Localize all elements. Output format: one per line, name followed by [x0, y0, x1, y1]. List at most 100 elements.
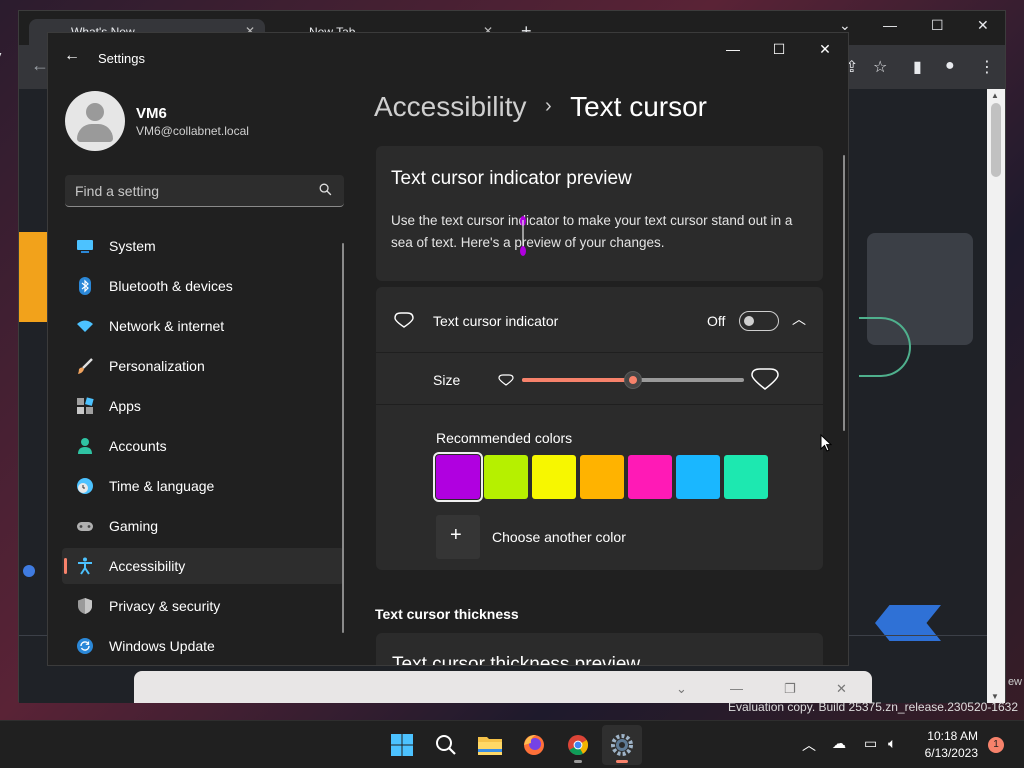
evaluation-watermark: Evaluation copy. Build 25375.zn_release.…: [728, 700, 1018, 714]
close-icon[interactable]: ✕: [977, 17, 989, 34]
size-slider[interactable]: [522, 371, 744, 389]
cloud-icon[interactable]: ☁: [832, 735, 846, 752]
background-text: ew: [1007, 676, 1022, 688]
sidebar-item-label: Privacy & security: [109, 598, 221, 614]
breadcrumb-parent[interactable]: Accessibility: [374, 91, 526, 122]
running-indicator: [574, 760, 582, 763]
search-box[interactable]: [65, 175, 344, 207]
sidebar-scrollbar[interactable]: [342, 243, 344, 633]
restore-icon[interactable]: ❐: [784, 681, 796, 697]
accessibility-icon: [78, 557, 92, 575]
main-scrollbar[interactable]: [843, 155, 845, 431]
background-text: My: [0, 48, 1, 63]
preview-card-title: Text cursor indicator preview: [391, 168, 632, 189]
thickness-preview-card: Text cursor thickness preview: [376, 633, 823, 665]
chevron-up-icon[interactable]: ︿: [792, 309, 806, 329]
color-swatch[interactable]: [433, 452, 483, 502]
preview-card-description: Use the text cursor indicator to make yo…: [391, 213, 793, 250]
page-decoration: [23, 565, 35, 577]
search-input[interactable]: [65, 175, 305, 206]
sidebar-item-time-language[interactable]: Time & language: [62, 468, 344, 504]
large-size-icon: [751, 368, 779, 390]
sidebar-item-windows-update[interactable]: Windows Update: [62, 628, 344, 664]
choose-another-color-button[interactable]: +: [436, 515, 480, 559]
choose-another-color-label[interactable]: Choose another color: [492, 529, 626, 545]
search-icon[interactable]: [319, 183, 332, 196]
network-icon[interactable]: ▭: [864, 735, 877, 752]
browser-scrollbar[interactable]: ▲ ▼: [987, 89, 1005, 703]
slider-handle[interactable]: [624, 371, 642, 389]
user-email: VM6@collabnet.local: [136, 124, 249, 138]
chevron-down-icon[interactable]: ⌄: [676, 681, 687, 697]
page-decoration: [19, 232, 49, 322]
sidebar-item-system[interactable]: System: [62, 228, 344, 264]
side-panel-icon[interactable]: ▮: [913, 57, 922, 77]
color-swatch[interactable]: [532, 455, 576, 499]
globe-clock-icon: [77, 478, 93, 494]
settings-icon: [611, 734, 633, 756]
active-app-indicator: [616, 760, 628, 763]
minimize-button[interactable]: —: [718, 41, 748, 57]
volume-icon[interactable]: 🔈︎: [888, 735, 896, 752]
avatar[interactable]: [65, 91, 125, 151]
close-icon[interactable]: ✕: [836, 681, 847, 697]
indicator-toggle[interactable]: [739, 311, 779, 331]
sidebar-item-label: Windows Update: [109, 638, 215, 654]
sidebar-item-bluetooth[interactable]: Bluetooth & devices: [62, 268, 344, 304]
minimize-icon[interactable]: —: [730, 681, 743, 696]
chevron-right-icon: ›: [544, 95, 552, 117]
text-cursor-indicator-icon: [520, 216, 526, 256]
toggle-state: Off: [707, 313, 726, 329]
scroll-up-icon[interactable]: ▲: [991, 91, 999, 100]
profile-icon[interactable]: ●: [945, 57, 955, 75]
sidebar-item-label: Network & internet: [109, 318, 225, 334]
close-button[interactable]: ✕: [810, 41, 840, 58]
taskbar-settings[interactable]: [602, 725, 642, 765]
search-icon: [436, 735, 456, 755]
color-swatch[interactable]: [580, 455, 624, 499]
breadcrumb: Accessibility › Text cursor: [374, 91, 707, 131]
clock-date[interactable]: 6/13/2023: [912, 746, 978, 760]
sidebar-item-label: Time & language: [109, 478, 215, 494]
indicator-row[interactable]: Text cursor indicator Off ︿: [376, 287, 823, 353]
sidebar-item-apps[interactable]: Apps: [62, 388, 344, 424]
sidebar-item-accessibility[interactable]: Accessibility: [62, 548, 344, 584]
gamepad-icon: [77, 522, 93, 531]
color-swatch[interactable]: [484, 455, 528, 499]
scroll-thumb[interactable]: [991, 103, 1001, 177]
thickness-section-heading: Text cursor thickness: [375, 606, 519, 622]
sidebar-item-personalization[interactable]: Personalization: [62, 348, 344, 384]
clock-time[interactable]: 10:18 AM: [912, 729, 978, 743]
maximize-button[interactable]: ☐: [764, 41, 794, 58]
maximize-icon[interactable]: ☐: [931, 17, 944, 34]
minimize-icon[interactable]: —: [883, 17, 897, 33]
size-label: Size: [433, 372, 461, 388]
sidebar-item-accounts[interactable]: Accounts: [62, 428, 344, 464]
taskbar-file-explorer[interactable]: [470, 725, 510, 765]
color-swatch[interactable]: [724, 455, 768, 499]
bluetooth-icon: [79, 277, 91, 295]
taskbar-chrome[interactable]: [558, 725, 598, 765]
sidebar-item-network[interactable]: Network & internet: [62, 308, 344, 344]
sidebar-item-privacy-security[interactable]: Privacy & security: [62, 588, 344, 624]
taskbar-search-button[interactable]: [426, 725, 466, 765]
start-button[interactable]: [382, 725, 422, 765]
more-menu-icon[interactable]: ⋮: [979, 57, 995, 77]
color-swatch[interactable]: [628, 455, 672, 499]
plus-icon: +: [450, 524, 462, 546]
settings-window: ← Settings — ☐ ✕ VM6 VM6@collabnet.local…: [47, 32, 849, 666]
color-swatch[interactable]: [676, 455, 720, 499]
title-bar: ← Settings — ☐ ✕: [48, 33, 848, 83]
star-icon[interactable]: ☆: [873, 57, 887, 77]
taskbar-firefox[interactable]: [514, 725, 554, 765]
text-cursor-indicator-icon: [394, 312, 414, 328]
sidebar-item-label: Accounts: [109, 438, 167, 454]
chevron-up-icon[interactable]: ︿: [802, 735, 816, 755]
size-row: Size: [376, 353, 823, 405]
notification-badge[interactable]: 1: [988, 737, 1004, 753]
indicator-card: Text cursor indicator Off ︿ Size Recomme…: [376, 287, 823, 570]
back-arrow-icon[interactable]: ←: [64, 47, 80, 65]
sidebar-item-gaming[interactable]: Gaming: [62, 508, 344, 544]
avatar-body: [77, 124, 113, 142]
user-name: VM6: [136, 105, 167, 122]
